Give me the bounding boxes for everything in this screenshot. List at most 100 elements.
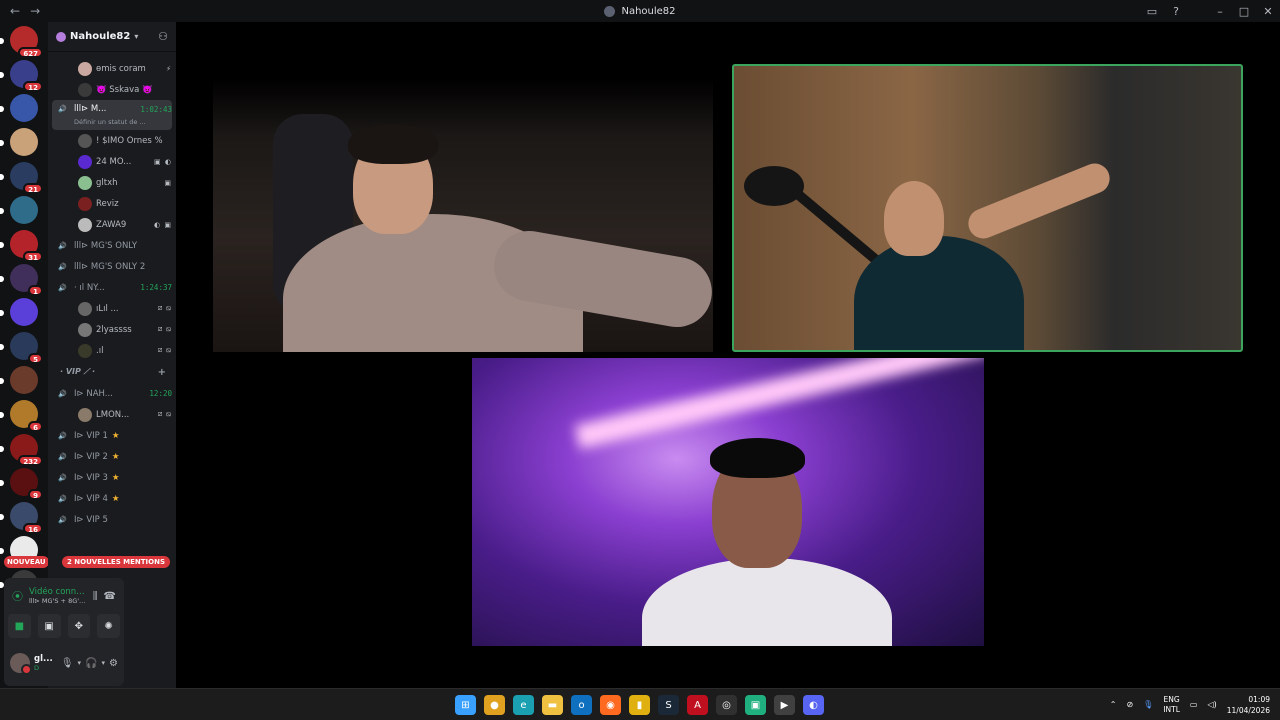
soundboard-button[interactable]: ✺ [97,614,120,638]
guild-14[interactable]: 9 [0,468,43,500]
file-explorer-icon[interactable]: ▬ [542,695,563,715]
voice-channel[interactable]: 🔊 I⊳ VIP 2 ★ [52,446,172,467]
firefox-icon[interactable]: ◉ [600,695,621,715]
app-red-icon[interactable]: A [687,695,708,715]
guild-13[interactable]: 232 [0,434,43,466]
app-green-icon[interactable]: ▣ [745,695,766,715]
video-tile-3[interactable] [472,358,984,646]
voice-channel[interactable]: 🔊 I⊳ VIP 3 ★ [52,467,172,488]
guild-6[interactable] [0,196,38,224]
app-spotify-icon[interactable]: ◎ [716,695,737,715]
headphones-icon[interactable]: 🎧 [85,658,97,669]
voice-user[interactable]: 👿 Sskava 👿 [52,79,172,100]
help-icon[interactable]: ? [1164,5,1188,18]
voice-user[interactable]: 2lyassss ⧄ ⧅ [52,319,172,340]
unread-indicator [0,208,4,214]
close-button[interactable]: ✕ [1256,5,1280,18]
speaker-icon: 🔊 [58,389,67,398]
discord-icon[interactable]: ◐ [803,695,824,715]
steam-icon[interactable]: S [658,695,679,715]
invite-people-icon[interactable]: ⚇ [158,30,168,43]
edge-icon[interactable]: e [513,695,534,715]
clock[interactable]: 01:09 11/04/2026 [1227,694,1270,716]
voice-channel-status[interactable]: Définir un statut de ... [58,118,172,126]
forward-arrow-icon[interactable]: → [30,4,40,18]
display-icon[interactable]: ▭ [1190,700,1198,709]
activities-button[interactable]: ✥ [67,614,91,638]
add-channel-icon[interactable]: + [158,367,166,378]
avatar[interactable] [10,653,32,675]
channel-list: ɵmis coram ⚡ 👿 Sskava 👿 🔊 lll⊳ M... 1:02:43 Dé… [48,52,176,530]
chevron-up-icon[interactable]: ⌃ [1110,700,1117,709]
new-mentions-badge[interactable]: 2 NOUVELLES MENTIONS [62,556,171,568]
minimize-button[interactable]: – [1208,5,1232,18]
video-tile-1[interactable] [213,64,713,352]
windows-start-icon[interactable]: ⊞ [455,695,476,715]
screen-share-button[interactable]: ▣ [37,614,61,638]
user-status-icons: ⧄ ⧅ [157,410,172,418]
maximize-button[interactable]: □ [1232,5,1256,18]
guild-home[interactable]: 627 [0,26,43,58]
microphone-icon[interactable]: 🎙 [61,658,74,669]
voice-user[interactable]: ZAWA9 ◐ ▣ [52,214,172,235]
guild-9[interactable] [0,298,38,326]
disconnect-icon[interactable]: ☎ [104,591,116,602]
voice-user[interactable]: ɵmis coram ⚡ [52,58,172,79]
language-indicator[interactable]: ENG INTL [1163,695,1180,715]
avatar [78,196,92,211]
chevron-down-icon[interactable]: ▾ [102,659,106,667]
server-header[interactable]: Nahoule82 ▾ ⚇ [48,22,176,52]
voice-status[interactable]: Vidéo connecté [29,587,87,597]
voice-channel[interactable]: 🔊 lll⊳ MG'S ONLY 2 [52,256,172,277]
app-player-icon[interactable]: ▶ [774,695,795,715]
voice-channel[interactable]: 🔊 I⊳ VIP 4 ★ [52,488,172,509]
guild-12[interactable]: 6 [0,400,43,432]
video-tile-2-speaking[interactable] [732,64,1243,352]
settings-gear-icon[interactable]: ⚙ [109,658,118,669]
guild-3[interactable] [0,94,38,122]
inbox-icon[interactable]: ▭ [1140,5,1164,18]
star-icon: ★ [111,430,120,441]
user-name[interactable]: gl... [34,654,57,664]
mention-badge: 1 [28,285,43,296]
guild-8[interactable]: 1 [0,264,43,296]
guild-2[interactable]: 12 [0,60,43,92]
noise-suppression-icon[interactable]: ⫼ [93,591,98,602]
voice-user[interactable]: 24 MO... ▣ ◐ [52,151,172,172]
voice-user-name: LMON... [96,409,130,420]
voice-channel[interactable]: 🔊 I⊳ VIP 5 [52,509,172,530]
voice-channel-name[interactable]: lll⊳ MG'S + 8G'S 1... [29,597,87,605]
voice-user[interactable]: LMON... ⧄ ⧅ [52,404,172,425]
app-yellow-icon[interactable]: ▮ [629,695,650,715]
guild-15[interactable]: 16 [0,502,43,534]
voice-channel[interactable]: 🔊 · ıl NY... 1:24:37 [52,277,172,298]
voice-channel[interactable]: 🔊 lll⊳ M... 1:02:43 Définir un statut de ..… [52,100,172,130]
chrome-icon[interactable]: ● [484,695,505,715]
signal-icon[interactable]: ⦿ [12,588,23,604]
voice-user-name: ! $IMO Ornes % [96,135,163,146]
avatar [78,61,92,76]
voice-user[interactable]: .ıl ⧄ ⧅ [52,340,172,361]
voice-channel[interactable]: 🔊 I⊳ NAH... 12:20 [52,383,172,404]
mention-badge: 5 [28,353,43,364]
guild-11[interactable] [0,366,38,394]
category-vip[interactable]: · VIP ⟋ · + [52,361,172,383]
chevron-down-icon[interactable]: ▾ [78,659,82,667]
new-badge[interactable]: NOUVEAU [4,556,49,568]
voice-channel[interactable]: 🔊 I⊳ VIP 1 ★ [52,425,172,446]
guild-5[interactable]: 21 [0,162,43,194]
voice-user[interactable]: gltxh ▣ [52,172,172,193]
camera-button[interactable]: ■ [8,614,31,638]
microphone-icon[interactable]: 🎙 [1143,700,1153,709]
guild-7[interactable]: 31 [0,230,43,262]
volume-icon[interactable]: ◁) [1207,700,1216,709]
voice-channel[interactable]: 🔊 lll⊳ MG'S ONLY [52,235,172,256]
voice-user[interactable]: ! $IMO Ornes % [52,130,172,151]
guild-4[interactable] [0,128,38,156]
guild-10[interactable]: 5 [0,332,43,364]
voice-user[interactable]: ıLıl ... ⧄ ⧅ [52,298,172,319]
voice-user[interactable]: Reviz [52,193,172,214]
back-arrow-icon[interactable]: ← [10,4,20,18]
outlook-icon[interactable]: o [571,695,592,715]
network-icon[interactable]: ⊘ [1126,700,1133,709]
